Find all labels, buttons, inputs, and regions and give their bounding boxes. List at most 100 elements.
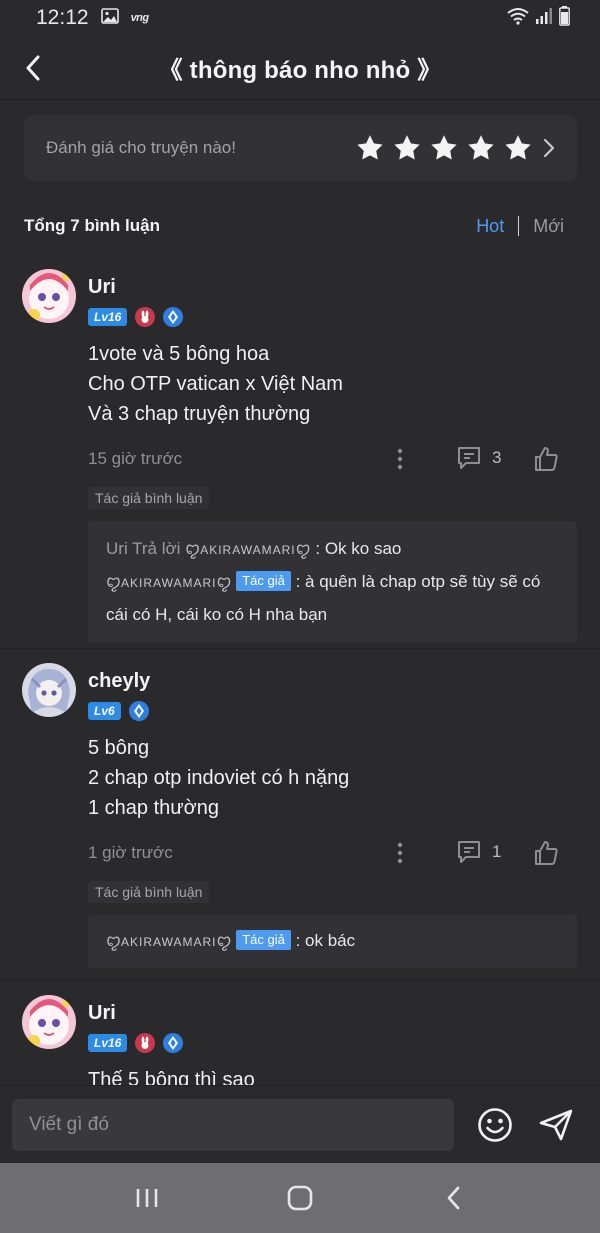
avatar[interactable] [22, 663, 76, 717]
comment-body: Uri Lv16 Thế 5 bông thì sao [88, 981, 600, 1085]
author-name: AKIRAWAMARI [121, 935, 217, 949]
top-app-bar: 《 thông báo nho nhỏ 》 [0, 36, 600, 100]
battery-icon [559, 5, 570, 31]
comment-line: 5 bông [88, 737, 150, 759]
timestamp: 1 giờ trước [88, 843, 173, 862]
status-right [507, 5, 570, 31]
diamond-medal-icon [163, 307, 184, 327]
emoji-button[interactable] [476, 1106, 514, 1144]
system-nav-bar [0, 1163, 600, 1233]
reply-button[interactable]: 1 [456, 839, 501, 865]
user-badges: Lv6 [88, 701, 576, 721]
tab-new[interactable]: Mới [533, 216, 564, 237]
rating-prompt: Đánh giá cho truyện nào! [46, 138, 236, 157]
username[interactable]: cheyly [88, 669, 576, 693]
decoration-icon: ꨄ [216, 933, 232, 950]
recent-apps-button[interactable] [122, 1173, 172, 1223]
thumbs-up-icon [535, 447, 558, 471]
level-badge: Lv16 [88, 1034, 128, 1052]
diamond-medal-icon [163, 1033, 184, 1053]
decoration-icon: ꨄ [185, 541, 201, 558]
comment-meta: 1 giờ trước 1 [88, 837, 576, 869]
comment-text: Thế 5 bông thì sao [88, 1065, 576, 1085]
more-vertical-icon[interactable] [388, 839, 412, 867]
star-icon[interactable] [429, 133, 459, 163]
author-name: AKIRAWAMARI [121, 576, 217, 590]
comment-line: 1vote và 5 bông hoa [88, 343, 270, 365]
comment-input[interactable]: Viết gì đó [12, 1099, 454, 1151]
decoration-icon: ꨄ [295, 541, 311, 558]
username[interactable]: Uri [88, 275, 576, 299]
sort-tabs: Hot Mới [476, 216, 564, 237]
home-icon [287, 1185, 313, 1211]
reply-verb: Trả lời [132, 539, 181, 558]
star-icon[interactable] [392, 133, 422, 163]
thumbs-up-icon [535, 841, 558, 865]
status-left: 12:12 vng [36, 6, 149, 30]
username[interactable]: Uri [88, 1001, 576, 1025]
reply-preview[interactable]: Uri Trả lời ꨄAKIRAWAMARIꨄ : Ok ko sao ꨄA… [88, 521, 577, 643]
smiley-icon [478, 1108, 512, 1142]
comment-count: Tổng 7 bình luận [24, 216, 160, 235]
rating-card[interactable]: Đánh giá cho truyện nào! [24, 115, 577, 181]
rabbit-medal-icon [135, 1033, 156, 1053]
recents-icon [136, 1189, 157, 1207]
comment-list[interactable]: Uri Lv16 1vote và 5 bông hoa Cho OTP vat… [0, 255, 600, 1085]
signal-icon [535, 7, 553, 30]
reply-author: Uri [106, 539, 128, 558]
diamond-medal-icon [128, 701, 149, 721]
reply-preview[interactable]: ꨄAKIRAWAMARIꨄ Tác giả : ok bác [88, 915, 577, 968]
comment-item: cheyly Lv6 5 bông 2 chap otp indoviet có… [0, 649, 600, 981]
reply-target: AKIRAWAMARI [200, 543, 296, 557]
reply-text: : Ok ko sao [315, 539, 402, 558]
star-rating[interactable] [355, 133, 533, 163]
author-commented-tag: Tác giả bình luận [88, 881, 210, 903]
home-button[interactable] [275, 1173, 325, 1223]
gallery-icon [100, 7, 119, 29]
tab-hot[interactable]: Hot [476, 216, 504, 237]
status-bar: 12:12 vng [0, 0, 600, 36]
chevron-right-icon [543, 138, 555, 158]
comment-composer: Viết gì đó [0, 1085, 600, 1163]
comment-text: 1vote và 5 bông hoa Cho OTP vatican x Vi… [88, 339, 576, 429]
level-badge: Lv6 [88, 702, 121, 720]
tab-divider [518, 216, 520, 236]
comment-line: 2 chap otp indoviet có h nặng [88, 767, 350, 789]
star-icon[interactable] [503, 133, 533, 163]
reply-text: : ok bác [295, 931, 356, 950]
more-vertical-icon[interactable] [388, 445, 412, 473]
back-button[interactable] [18, 50, 48, 86]
avatar[interactable] [22, 995, 76, 1049]
user-badges: Lv16 [88, 1033, 576, 1053]
status-time: 12:12 [36, 6, 89, 29]
carrier-label: vng [130, 12, 150, 24]
author-commented-tag: Tác giả bình luận [88, 487, 210, 509]
comment-text: 5 bông 2 chap otp indoviet có h nặng 1 c… [88, 733, 576, 823]
page-title: 《 thông báo nho nhỏ 》 [158, 57, 442, 84]
star-icon[interactable] [355, 133, 385, 163]
comment-line: Và 3 chap truyện thường [88, 403, 311, 425]
like-button[interactable] [531, 444, 561, 474]
avatar[interactable] [22, 269, 76, 323]
star-icon[interactable] [466, 133, 496, 163]
author-chip: Tác giả [236, 930, 291, 950]
send-button[interactable] [536, 1106, 576, 1144]
system-back-button[interactable] [428, 1173, 478, 1223]
timestamp: 15 giờ trước [88, 449, 183, 468]
comment-line: Cho OTP vatican x Việt Nam [88, 373, 343, 395]
decoration-icon: ꨄ [106, 574, 122, 591]
user-badges: Lv16 [88, 307, 576, 327]
rabbit-medal-icon [135, 307, 156, 327]
comment-meta: 15 giờ trước 3 [88, 443, 576, 475]
comment-body: cheyly Lv6 5 bông 2 chap otp indoviet có… [88, 649, 600, 968]
like-button[interactable] [531, 838, 561, 868]
author-chip: Tác giả [236, 571, 291, 591]
back-icon [447, 1186, 460, 1210]
reply-button[interactable]: 3 [456, 445, 501, 471]
level-badge: Lv16 [88, 308, 128, 326]
comment-icon [458, 447, 480, 469]
comment-item: Uri Lv16 1vote và 5 bông hoa Cho OTP vat… [0, 255, 600, 649]
comment-icon [458, 841, 480, 863]
send-icon [539, 1109, 573, 1141]
decoration-icon: ꨄ [216, 574, 232, 591]
